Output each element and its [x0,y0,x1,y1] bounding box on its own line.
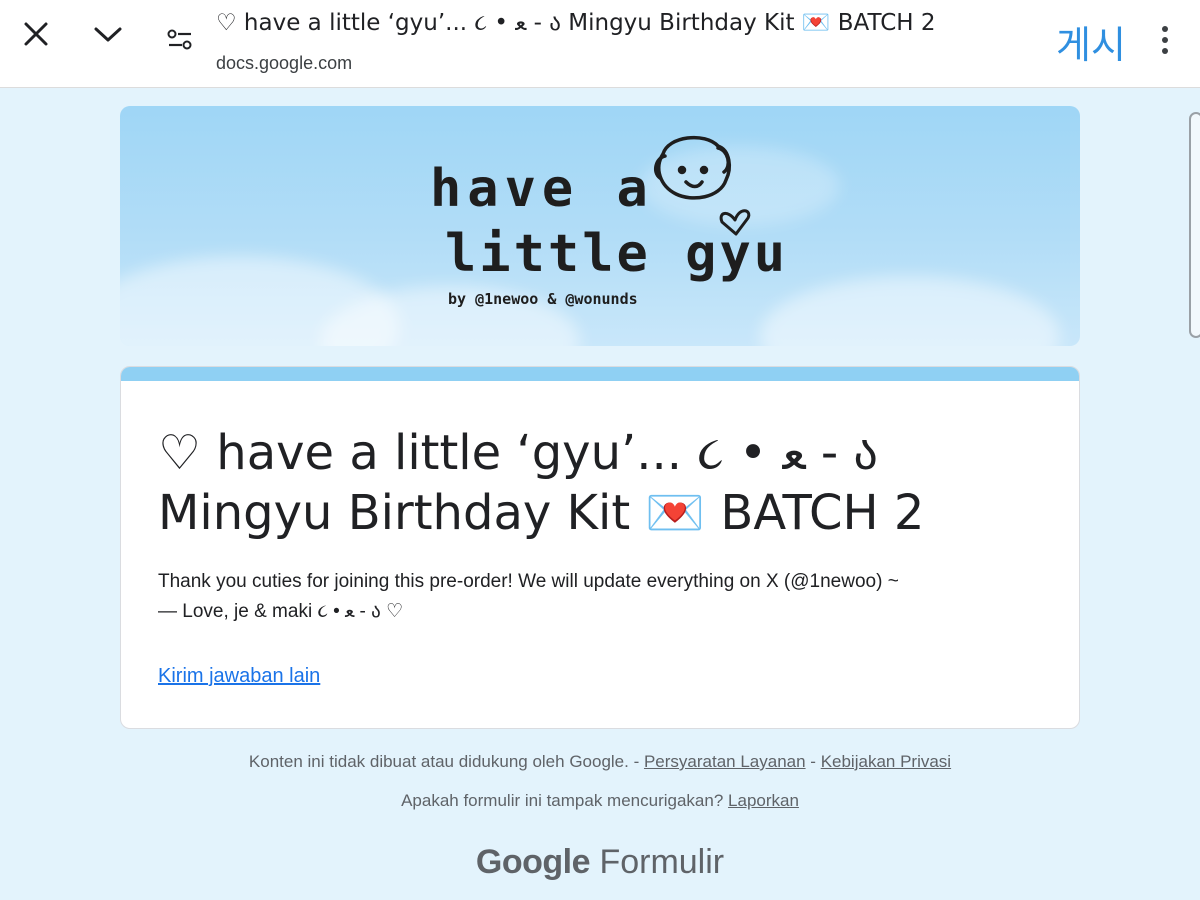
close-icon[interactable] [14,12,58,56]
report-link[interactable]: Laporkan [728,791,799,810]
footer-separator: - [628,752,644,771]
header-banner: have a little gyu by @1newoo & @wonunds [120,106,1080,346]
chevron-down-icon[interactable] [86,12,130,56]
banner-credit: by @1newoo & @wonunds [448,290,638,308]
disclaimer-text: Konten ini tidak dibuat atau didukung ol… [248,752,629,771]
suspicious-text: Apakah formulir ini tampak mencurigakan? [401,791,724,810]
google-forms-logo[interactable]: Google Formulir [0,843,1200,882]
scroll-handle[interactable] [1189,112,1200,338]
browser-top-bar: ♡ have a little ‘gyu’... ૮ • ﻌ - ა Mingy… [0,0,1200,88]
footer-report: Apakah formulir ini tampak mencurigakan?… [0,791,1200,811]
submit-another-link[interactable]: Kirim jawaban lain [158,665,320,688]
tune-icon[interactable] [158,18,202,62]
form-description-line-2: — Love, je & maki ૮ • ﻌ - ა ♡ [158,601,404,622]
page-url: docs.google.com [216,53,353,73]
dog-doodle-icon [653,135,732,200]
footer-separator: - [805,752,821,771]
post-button[interactable]: 게시 [1056,14,1126,69]
logo-google: Google [475,843,591,881]
more-vert-icon[interactable] [1150,20,1182,60]
footer-disclaimer: Konten ini tidak dibuat atau didukung ol… [0,752,1200,772]
form-description-line-1: Thank you cuties for joining this pre-or… [158,571,899,592]
card-accent-bar [121,367,1079,381]
logo-product: Formulir [599,843,725,881]
form-title: ♡ have a little ‘gyu’... ૮ • ﻌ - ა Mingy… [158,425,925,541]
privacy-link[interactable]: Kebijakan Privasi [821,752,951,771]
page-title-tab: ♡ have a little ‘gyu’... ૮ • ﻌ - ა Mingy… [216,10,936,36]
banner-line-1: have a [430,159,654,219]
terms-link[interactable]: Persyaratan Layanan [644,752,806,771]
form-description: Thank you cuties for joining this pre-or… [158,567,1038,627]
form-card: ♡ have a little ‘gyu’... ૮ • ﻌ - ა Mingy… [120,366,1080,729]
